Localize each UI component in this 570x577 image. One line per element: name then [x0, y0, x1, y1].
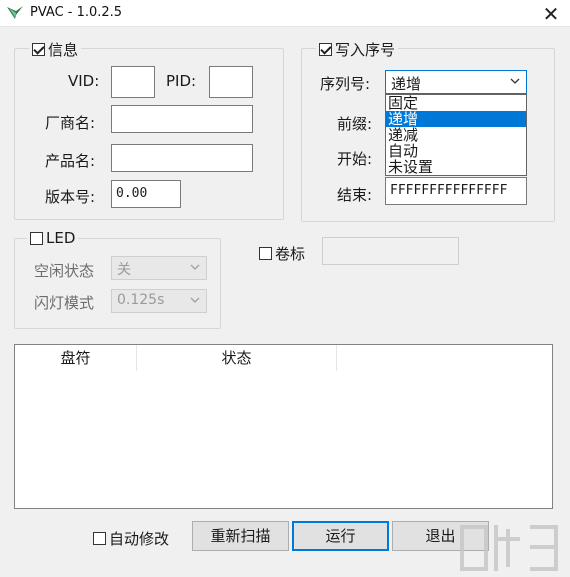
drive-list[interactable]: 盘符 状态: [14, 344, 553, 509]
dropdown-option-decrement[interactable]: 递减: [386, 127, 526, 143]
pid-label: PID:: [166, 72, 197, 90]
idle-state-value: 关: [117, 262, 131, 278]
version-label: 版本号:: [45, 188, 96, 206]
rescan-button[interactable]: 重新扫描: [192, 521, 289, 551]
end-label: 结束:: [337, 186, 373, 204]
serial-legend-label: 写入序号: [335, 41, 396, 59]
chevron-down-icon: [510, 78, 520, 84]
close-button[interactable]: ✕: [532, 0, 570, 27]
dropdown-option-auto[interactable]: 自动: [386, 143, 526, 159]
info-checkbox[interactable]: [32, 43, 45, 56]
app-logo-icon: [7, 6, 23, 19]
info-legend-label: 信息: [48, 41, 79, 59]
led-legend-label: LED: [46, 229, 76, 247]
volume-checkbox[interactable]: [259, 247, 272, 260]
serial-mode-dropdown: 固定 递增 递减 自动 未设置: [385, 94, 527, 176]
title-bar: PVAC - 1.0.2.5 ✕: [0, 0, 570, 27]
pid-input[interactable]: [209, 66, 253, 98]
volume-checkbox-row[interactable]: 卷标: [259, 243, 305, 264]
auto-modify-label: 自动修改: [109, 530, 170, 548]
led-checkbox[interactable]: [30, 231, 43, 245]
auto-modify-checkbox[interactable]: [93, 532, 106, 545]
product-input[interactable]: [111, 144, 253, 172]
vendor-input[interactable]: [111, 105, 253, 133]
run-button[interactable]: 运行: [292, 521, 389, 551]
dropdown-option-fixed[interactable]: 固定: [386, 95, 526, 111]
vid-label: VID:: [68, 72, 100, 90]
serial-mode-value: 递增: [391, 75, 422, 93]
auto-modify-row[interactable]: 自动修改: [93, 528, 169, 549]
vid-input[interactable]: [111, 66, 155, 98]
vendor-label: 厂商名:: [45, 114, 96, 132]
info-legend[interactable]: 信息: [29, 39, 82, 60]
blink-mode-value: 0.125s: [117, 292, 165, 308]
volume-input[interactable]: [322, 237, 459, 265]
led-legend[interactable]: LED: [27, 229, 79, 247]
dropdown-option-increment[interactable]: 递增: [386, 111, 526, 127]
serial-checkbox[interactable]: [319, 43, 332, 56]
serial-legend[interactable]: 写入序号: [316, 39, 399, 60]
blink-mode-select[interactable]: 0.125s: [111, 289, 207, 313]
column-header-status[interactable]: 状态: [137, 345, 337, 371]
watermark-logo-icon: [460, 525, 558, 571]
serial-label: 序列号:: [320, 75, 371, 93]
blink-mode-label: 闪灯模式: [34, 294, 95, 312]
volume-label: 卷标: [275, 245, 306, 263]
version-input[interactable]: 0.00: [111, 180, 181, 208]
idle-state-select[interactable]: 关: [111, 256, 207, 280]
product-label: 产品名:: [45, 152, 96, 170]
start-label: 开始:: [337, 150, 373, 168]
close-icon: ✕: [542, 1, 560, 26]
dropdown-option-unset[interactable]: 未设置: [386, 159, 526, 175]
idle-state-label: 空闲状态: [34, 262, 95, 280]
chevron-down-icon: [190, 297, 200, 303]
prefix-label: 前缀:: [337, 115, 373, 133]
led-group: LED: [14, 229, 221, 329]
window-title: PVAC - 1.0.2.5: [30, 5, 123, 20]
chevron-down-icon: [190, 264, 200, 270]
column-header-drive[interactable]: 盘符: [15, 345, 137, 371]
end-input[interactable]: FFFFFFFFFFFFFFF: [385, 177, 527, 205]
serial-mode-select[interactable]: 递增: [385, 70, 527, 94]
